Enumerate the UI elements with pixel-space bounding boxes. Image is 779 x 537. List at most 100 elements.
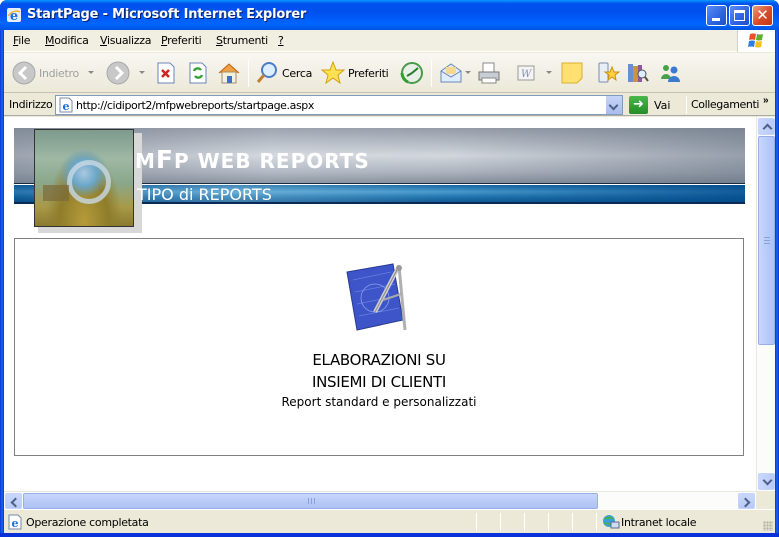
internet-explorer-icon: e [7, 8, 21, 23]
menu-visualizza[interactable]: Visualizza [100, 34, 151, 47]
address-input[interactable]: e http://cidiport2/mfpwebreports/startpa… [55, 95, 623, 115]
windows-logo [737, 30, 775, 52]
links-chevron-icon[interactable]: » [763, 95, 769, 106]
address-bar: Indirizzo e http://cidiport2/mfpwebrepor… [4, 94, 775, 116]
status-separator [572, 513, 573, 531]
scroll-left-button[interactable] [5, 493, 22, 509]
banner-subtitle: TIPO di REPORTS [137, 185, 272, 204]
status-separator [476, 513, 477, 531]
go-arrow-icon: ➜ [629, 96, 648, 114]
scroll-down-button[interactable] [758, 473, 775, 490]
status-text: Operazione completata [26, 516, 149, 529]
home-icon [218, 63, 240, 84]
resize-grip-icon[interactable] [763, 521, 773, 531]
mail-button[interactable] [439, 59, 463, 87]
report-category-subtitle: Report standard e personalizzati [281, 395, 477, 409]
back-dropdown-icon[interactable] [88, 71, 94, 74]
close-button[interactable]: ✕ [752, 5, 773, 26]
menu-help[interactable]: ? [278, 34, 284, 47]
home-button[interactable] [217, 59, 241, 87]
forward-dropdown-icon[interactable] [139, 71, 145, 74]
windows-flag-icon [748, 33, 763, 48]
menu-file[interactable]: File [13, 34, 31, 47]
vertical-scroll-thumb[interactable] [758, 136, 775, 345]
minimize-icon [712, 18, 720, 21]
minimize-button[interactable] [706, 5, 727, 26]
grip-icon [764, 237, 770, 244]
search-button[interactable]: Cerca [255, 59, 312, 87]
menu-help-label: ? [278, 34, 284, 47]
discuss-button[interactable] [596, 59, 620, 87]
scroll-up-button[interactable] [758, 118, 775, 135]
report-category-title[interactable]: ELABORAZIONI SU INSIEMI DI CLIENTI [15, 349, 743, 393]
grip-icon [308, 498, 315, 504]
title-bar[interactable]: e StartPage - Microsoft Internet Explore… [0, 0, 779, 30]
page-icon: e [59, 97, 73, 113]
go-button[interactable]: ➜ Vai [629, 95, 670, 115]
toolbar-separator [248, 59, 249, 87]
browser-window: e StartPage - Microsoft Internet Explore… [0, 0, 779, 537]
stop-button[interactable] [156, 59, 176, 87]
go-label: Vai [654, 98, 671, 112]
forward-button[interactable] [106, 59, 130, 87]
window-title: StartPage - Microsoft Internet Explorer [27, 7, 307, 22]
device-star-icon [598, 62, 620, 83]
mail-dropdown-icon[interactable] [465, 71, 471, 74]
status-separator [500, 513, 501, 531]
close-icon: ✕ [756, 6, 769, 24]
banner-title-f: F [155, 145, 174, 174]
print-button[interactable] [477, 59, 501, 87]
research-button[interactable] [626, 59, 650, 87]
note-icon [561, 62, 583, 84]
svg-text:W: W [521, 69, 532, 80]
report-type-panel: ELABORAZIONI SU INSIEMI DI CLIENTI Repor… [14, 238, 744, 456]
edit-dropdown-icon[interactable] [546, 71, 552, 74]
banner-title: MFP WEB REPORTS [135, 145, 370, 174]
menu-preferiti[interactable]: Preferiti [161, 34, 202, 47]
menu-bar: File Modifica Visualizza Preferiti Strum… [4, 30, 775, 52]
messenger-button[interactable] [658, 59, 682, 87]
maximize-button[interactable] [729, 5, 750, 26]
menu-strumenti-accel: S [216, 34, 223, 47]
menu-preferiti-label: referiti [167, 34, 202, 47]
menu-strumenti[interactable]: Strumenti [216, 34, 268, 47]
edit-word-button[interactable]: W [516, 59, 536, 87]
scroll-right-button[interactable] [738, 493, 755, 509]
links-button[interactable]: Collegamenti [691, 98, 759, 111]
address-label: Indirizzo [9, 98, 53, 111]
stop-icon [157, 62, 175, 84]
security-zone-text: Intranet locale [621, 516, 697, 529]
intranet-zone-icon [603, 515, 620, 529]
address-dropdown-button[interactable] [605, 96, 622, 114]
toolbar-separator [431, 59, 432, 87]
menu-modifica-accel: M [45, 34, 55, 47]
page-banner: MFP WEB REPORTS TIPO di REPORTS [14, 128, 745, 233]
back-button[interactable]: Indietro [12, 59, 79, 87]
mfp-logo-image [34, 129, 134, 227]
favorites-button[interactable]: Preferiti [321, 59, 389, 87]
status-separator [596, 513, 597, 531]
back-label: Indietro [39, 66, 79, 80]
vertical-scrollbar[interactable] [756, 117, 775, 491]
status-separator [548, 513, 549, 531]
forward-arrow-icon [106, 61, 130, 85]
refresh-button[interactable] [188, 59, 208, 87]
menu-modifica[interactable]: Modifica [45, 34, 89, 47]
page-done-icon: e [8, 514, 22, 530]
scrollbar-corner [756, 491, 775, 509]
address-url: http://cidiport2/mfpwebreports/startpage… [76, 99, 314, 112]
standard-toolbar: Indietro Cerca Preferiti W [4, 53, 775, 93]
menu-file-label: ile [18, 34, 31, 47]
report-title-line2: INSIEMI DI CLIENTI [311, 373, 447, 391]
word-edit-icon: W [517, 65, 535, 81]
horizontal-scroll-thumb[interactable] [23, 493, 598, 509]
printer-icon [478, 62, 500, 84]
note-button[interactable] [560, 59, 584, 87]
blueprint-compass-icon[interactable] [345, 262, 415, 334]
history-button[interactable] [400, 59, 424, 87]
status-separator [524, 513, 525, 531]
research-books-icon [628, 64, 649, 82]
horizontal-scrollbar[interactable] [4, 491, 756, 509]
search-icon [256, 62, 277, 83]
menu-visualizza-accel: V [100, 34, 107, 47]
